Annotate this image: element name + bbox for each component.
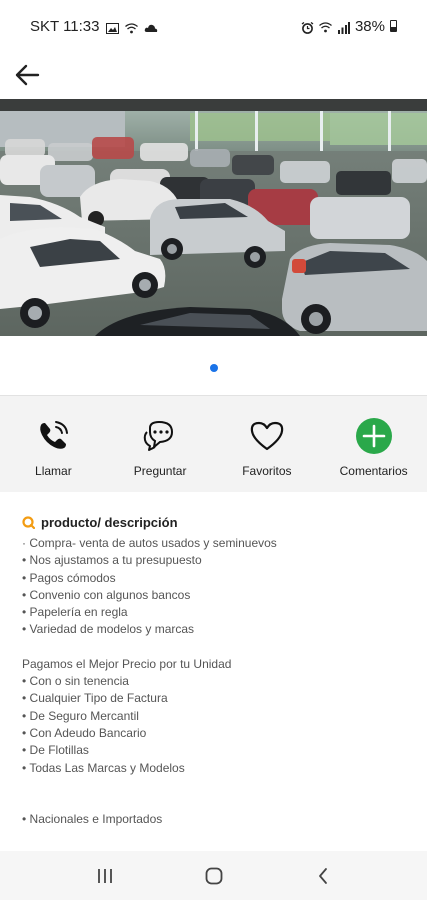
description-title: producto/ descripción (41, 515, 178, 530)
battery-percent: 38% (354, 17, 385, 35)
wifi-icon (124, 21, 138, 33)
description-line: • Con o sin tenencia (22, 674, 129, 689)
recent-apps-icon (97, 868, 112, 883)
description-line: • De Flotillas (22, 743, 89, 758)
description-line: Pagamos el Mejor Precio por tu Unidad (22, 656, 232, 671)
description-line: • Nacionales e Importados (22, 811, 163, 826)
app-bar (0, 52, 427, 98)
plus-circle-icon (355, 416, 393, 456)
action-bar: Llamar Preguntar Favoritos Comentarios (0, 395, 427, 492)
home-button[interactable] (194, 856, 234, 896)
car-lot-illustration (0, 99, 427, 336)
description-line: • Con Adeudo Bancario (22, 725, 147, 740)
favorites-button[interactable]: Favoritos (214, 396, 321, 492)
description-line: • Todas Las Marcas y Modelos (22, 760, 185, 775)
product-description: producto/ descripción · Compra- venta de… (22, 515, 413, 828)
signal-icon (337, 21, 350, 34)
cloud-icon (144, 21, 157, 32)
home-icon (205, 867, 222, 884)
status-bar: SKT 11:33 38% (0, 0, 427, 52)
description-line: • Papelería en regla (22, 605, 128, 620)
gallery-icon (105, 21, 119, 34)
alarm-icon (301, 21, 314, 34)
description-line: • De Seguro Mercantil (22, 708, 139, 723)
battery-icon (390, 20, 397, 32)
description-line: • Convenio con algunos bancos (22, 587, 191, 602)
description-block-1: · Compra- venta de autos usados y seminu… (22, 535, 413, 639)
heart-icon (249, 416, 285, 456)
comments-button[interactable]: Comentarios (320, 396, 427, 492)
call-button[interactable]: Llamar (0, 396, 107, 492)
favorites-label: Favoritos (242, 464, 292, 478)
comments-label: Comentarios (339, 464, 408, 478)
recent-apps-button[interactable] (85, 856, 125, 896)
product-image[interactable] (0, 99, 427, 336)
pager-dot-active[interactable] (209, 364, 218, 372)
carrier-time: SKT 11:33 (30, 17, 100, 35)
description-line: • Variedad de modelos y marcas (22, 622, 195, 637)
ask-label: Preguntar (133, 464, 187, 478)
chat-bubbles-icon (142, 416, 178, 456)
status-left: SKT 11:33 (30, 18, 157, 35)
search-tag-icon (22, 516, 35, 529)
back-button[interactable] (12, 60, 42, 90)
wifi-calling-icon (319, 21, 332, 32)
description-block-3: • Nacionales e Importados (22, 811, 413, 828)
description-line: • Nos ajustamos a tu presupuesto (22, 553, 202, 568)
system-back-button[interactable] (303, 856, 343, 896)
arrow-left-icon (15, 64, 40, 86)
description-line: · Compra- venta de autos usados y seminu… (22, 536, 277, 550)
status-right: 38% (301, 18, 397, 35)
chevron-left-icon (318, 867, 327, 884)
description-block-2: Pagamos el Mejor Precio por tu Unidad • … (22, 656, 413, 777)
ask-button[interactable]: Preguntar (107, 396, 214, 492)
call-label: Llamar (35, 464, 72, 478)
image-pager[interactable] (0, 364, 427, 372)
description-header: producto/ descripción (22, 515, 413, 530)
system-nav-bar (0, 851, 427, 900)
phone-icon (36, 416, 70, 456)
description-line: • Cualquier Tipo de Factura (22, 691, 168, 706)
description-line: • Pagos cómodos (22, 570, 116, 585)
